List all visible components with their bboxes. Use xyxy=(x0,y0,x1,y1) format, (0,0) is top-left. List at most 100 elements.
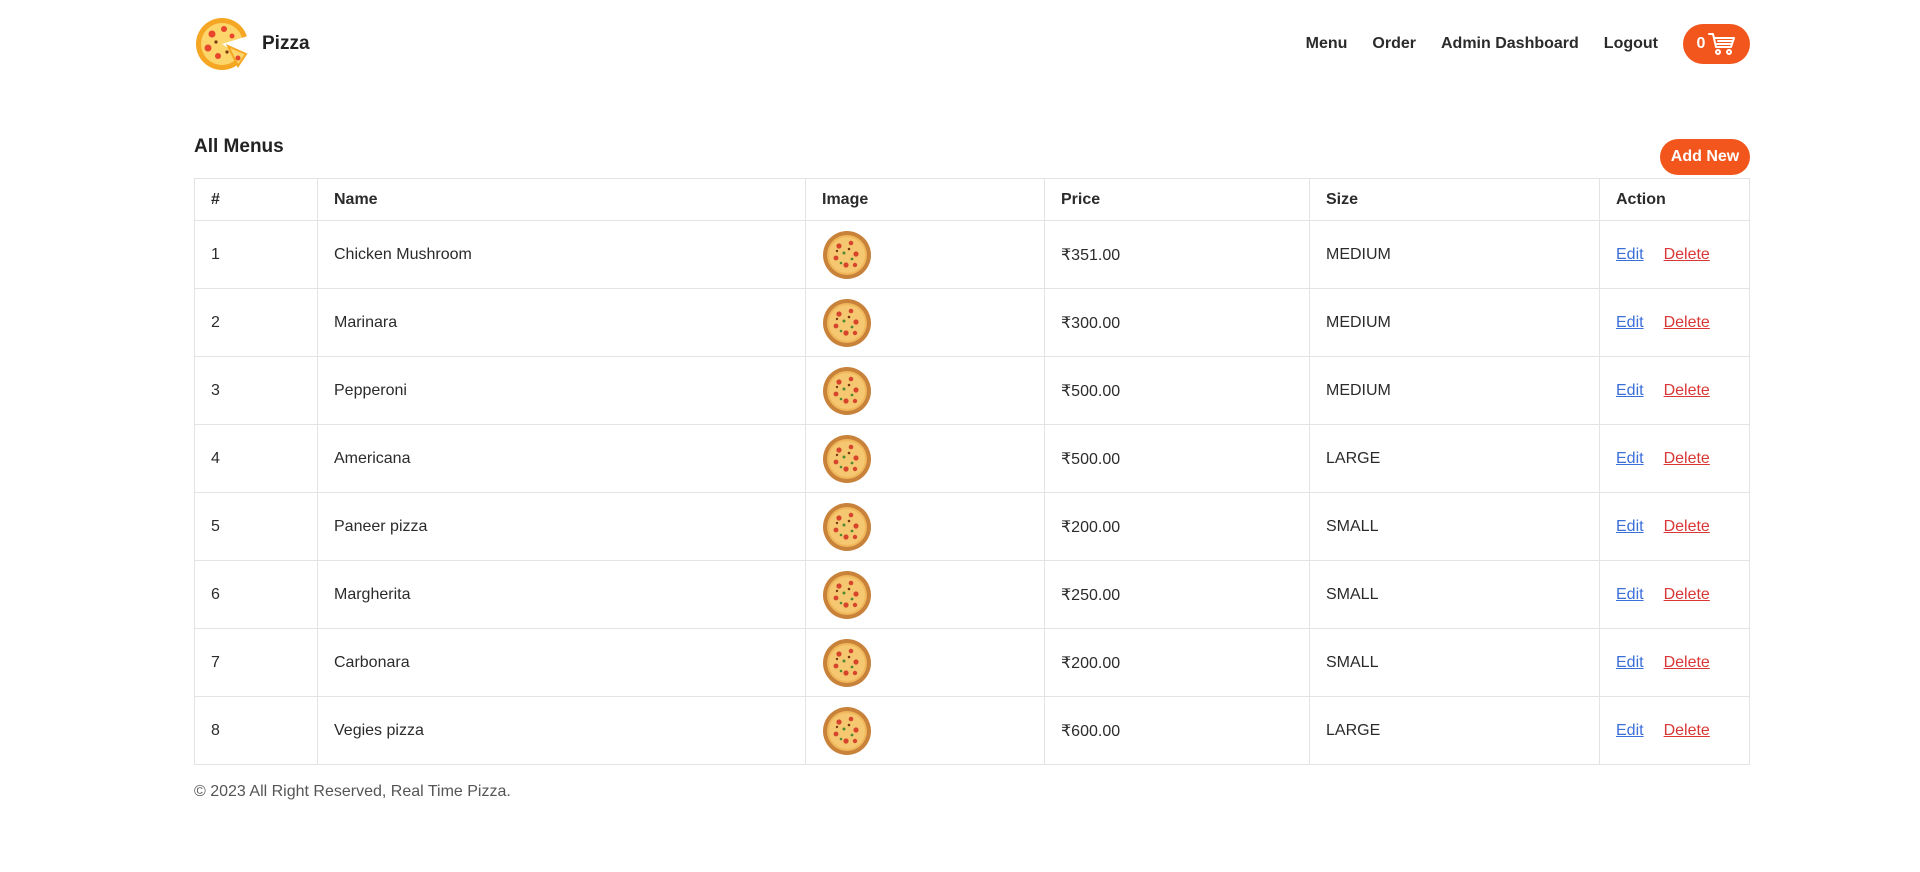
delete-link[interactable]: Delete xyxy=(1664,518,1710,535)
row-name: Marinara xyxy=(317,288,806,357)
table-row: 3 Pepperoni ₹500.00 MEDIUM Edit Delete xyxy=(194,356,1750,425)
row-number: 4 xyxy=(194,424,318,493)
edit-link[interactable]: Edit xyxy=(1616,382,1644,399)
cart-count: 0 xyxy=(1696,35,1706,52)
delete-link[interactable]: Delete xyxy=(1664,382,1710,399)
pizza-image xyxy=(823,638,871,687)
nav-order-link[interactable]: Order xyxy=(1372,35,1416,53)
row-name: Vegies pizza xyxy=(317,696,806,765)
table-row: 8 Vegies pizza ₹600.00 LARGE Edit Delete xyxy=(194,696,1750,765)
row-name: Pepperoni xyxy=(317,356,806,425)
header-size: Size xyxy=(1309,178,1600,221)
pizza-logo-icon xyxy=(196,18,249,70)
header-price: Price xyxy=(1044,178,1310,221)
pizza-image xyxy=(823,502,871,551)
header-action: Action xyxy=(1599,178,1750,221)
edit-link[interactable]: Edit xyxy=(1616,586,1644,603)
edit-link[interactable]: Edit xyxy=(1616,246,1644,263)
row-name: Carbonara xyxy=(317,628,806,697)
pizza-image xyxy=(823,298,871,347)
row-size: MEDIUM xyxy=(1309,220,1600,289)
delete-link[interactable]: Delete xyxy=(1664,654,1710,671)
row-actions: Edit Delete xyxy=(1599,288,1750,357)
edit-link[interactable]: Edit xyxy=(1616,518,1644,535)
row-price: ₹250.00 xyxy=(1044,560,1310,629)
row-actions: Edit Delete xyxy=(1599,220,1750,289)
row-price: ₹600.00 xyxy=(1044,696,1310,765)
row-image-cell xyxy=(805,560,1045,629)
table-body: 1 Chicken Mushroom ₹351.00 MEDIUM Edit Delet… xyxy=(194,220,1750,765)
delete-link[interactable]: Delete xyxy=(1664,450,1710,467)
footer-copyright: © 2023 All Right Reserved, Real Time Piz… xyxy=(194,783,511,800)
brand-link[interactable]: Pizza xyxy=(194,16,310,72)
header-image: Image xyxy=(805,178,1045,221)
row-image-cell xyxy=(805,696,1045,765)
row-actions: Edit Delete xyxy=(1599,356,1750,425)
pizza-image xyxy=(823,230,871,279)
row-price: ₹200.00 xyxy=(1044,492,1310,561)
row-name: Margherita xyxy=(317,560,806,629)
table-header-row: # Name Image Price Size Action xyxy=(194,178,1750,221)
row-actions: Edit Delete xyxy=(1599,492,1750,561)
edit-link[interactable]: Edit xyxy=(1616,314,1644,331)
pizza-image xyxy=(823,570,871,619)
row-price: ₹200.00 xyxy=(1044,628,1310,697)
delete-link[interactable]: Delete xyxy=(1664,314,1710,331)
nav-admin-dashboard-link[interactable]: Admin Dashboard xyxy=(1441,35,1579,53)
add-new-button[interactable]: Add New xyxy=(1660,139,1750,175)
row-number: 5 xyxy=(194,492,318,561)
row-actions: Edit Delete xyxy=(1599,696,1750,765)
pizza-image xyxy=(823,366,871,415)
page-container: Pizza Menu Order Admin Dashboard Logout … xyxy=(194,0,1750,801)
row-size: SMALL xyxy=(1309,492,1600,561)
brand-name: Pizza xyxy=(262,33,310,54)
table-row: 2 Marinara ₹300.00 MEDIUM Edit Delete xyxy=(194,288,1750,357)
row-image-cell xyxy=(805,492,1045,561)
nav-logout-link[interactable]: Logout xyxy=(1604,35,1658,53)
row-size: MEDIUM xyxy=(1309,288,1600,357)
row-image-cell xyxy=(805,288,1045,357)
main-nav: Menu Order Admin Dashboard Logout 0 xyxy=(1281,24,1750,64)
edit-link[interactable]: Edit xyxy=(1616,722,1644,739)
table-row: 7 Carbonara ₹200.00 SMALL Edit Delete xyxy=(194,628,1750,697)
row-name: Paneer pizza xyxy=(317,492,806,561)
delete-link[interactable]: Delete xyxy=(1664,722,1710,739)
nav-menu-link[interactable]: Menu xyxy=(1306,35,1348,53)
cart-icon xyxy=(1708,33,1736,55)
table-row: 1 Chicken Mushroom ₹351.00 MEDIUM Edit Delet… xyxy=(194,220,1750,289)
section-header: All Menus Add New xyxy=(194,88,1750,178)
row-name: Chicken Mushroom xyxy=(317,220,806,289)
site-header: Pizza Menu Order Admin Dashboard Logout … xyxy=(194,0,1750,88)
table-row: 5 Paneer pizza ₹200.00 SMALL Edit Delete xyxy=(194,492,1750,561)
cart-button[interactable]: 0 xyxy=(1683,24,1750,64)
delete-link[interactable]: Delete xyxy=(1664,246,1710,263)
row-size: LARGE xyxy=(1309,696,1600,765)
row-price: ₹500.00 xyxy=(1044,356,1310,425)
row-image-cell xyxy=(805,424,1045,493)
row-price: ₹351.00 xyxy=(1044,220,1310,289)
page-title: All Menus xyxy=(194,136,284,157)
row-name: Americana xyxy=(317,424,806,493)
header-name: Name xyxy=(317,178,806,221)
row-size: SMALL xyxy=(1309,560,1600,629)
edit-link[interactable]: Edit xyxy=(1616,654,1644,671)
row-number: 8 xyxy=(194,696,318,765)
delete-link[interactable]: Delete xyxy=(1664,586,1710,603)
pizza-image xyxy=(823,434,871,483)
header-number: # xyxy=(194,178,318,221)
row-number: 7 xyxy=(194,628,318,697)
row-price: ₹500.00 xyxy=(1044,424,1310,493)
row-image-cell xyxy=(805,356,1045,425)
row-number: 2 xyxy=(194,288,318,357)
row-number: 3 xyxy=(194,356,318,425)
edit-link[interactable]: Edit xyxy=(1616,450,1644,467)
row-size: SMALL xyxy=(1309,628,1600,697)
pizza-image xyxy=(823,706,871,755)
row-actions: Edit Delete xyxy=(1599,424,1750,493)
menu-table: # Name Image Price Size Action 1 Chicken … xyxy=(194,178,1750,765)
row-size: LARGE xyxy=(1309,424,1600,493)
row-price: ₹300.00 xyxy=(1044,288,1310,357)
row-image-cell xyxy=(805,220,1045,289)
row-size: MEDIUM xyxy=(1309,356,1600,425)
row-number: 6 xyxy=(194,560,318,629)
